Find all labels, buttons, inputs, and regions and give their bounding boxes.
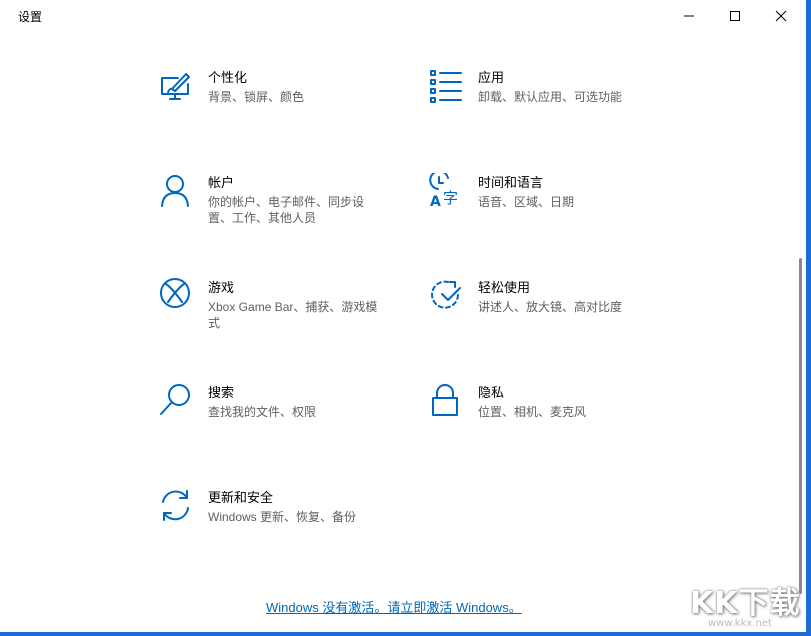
activate-windows-link[interactable]: Windows 没有激活。请立即激活 Windows。 [266, 597, 522, 616]
category-description: Xbox Game Bar、捕获、游戏模式 [208, 300, 378, 330]
category-gaming[interactable]: 游戏 Xbox Game Bar、捕获、游戏模式 [158, 278, 378, 331]
ease-of-access-icon [431, 280, 461, 309]
watermark-url: www.kkx.net [708, 618, 772, 629]
maximize-button[interactable] [712, 0, 758, 32]
settings-window: 设置 个性化 背景、锁屏、颜色 应用 卸载、默认应用、可选功能 帐户 你的帐户、… [0, 0, 806, 632]
minimize-button[interactable] [666, 0, 712, 32]
minimize-icon [684, 15, 694, 17]
close-icon [775, 10, 787, 22]
category-description: Windows 更新、恢复、备份 [208, 510, 357, 524]
category-update-security[interactable]: 更新和安全 Windows 更新、恢复、备份 [158, 488, 388, 525]
category-description: 位置、相机、麦克风 [478, 405, 587, 419]
category-name: 时间和语言 [478, 175, 544, 190]
apps-icon [430, 70, 462, 103]
category-name: 游戏 [208, 280, 235, 295]
category-ease-of-access[interactable]: 轻松使用 讲述人、放大镜、高对比度 [428, 278, 648, 315]
title-bar[interactable]: 设置 [0, 0, 806, 32]
category-apps[interactable]: 应用 卸载、默认应用、可选功能 [428, 68, 648, 105]
category-description: 你的帐户、电子邮件、同步设置、工作、其他人员 [208, 195, 365, 225]
update-icon [162, 490, 189, 521]
category-time-language[interactable]: A 字 时间和语言 语音、区域、日期 [428, 173, 648, 210]
category-name: 隐私 [478, 385, 505, 400]
maximize-icon [730, 11, 740, 21]
personalization-icon [161, 73, 190, 100]
category-description: 讲述人、放大镜、高对比度 [478, 300, 623, 314]
category-name: 更新和安全 [208, 490, 274, 505]
category-privacy[interactable]: 隐私 位置、相机、麦克风 [428, 383, 648, 420]
time-language-icon: A 字 [429, 173, 458, 209]
category-accounts[interactable]: 帐户 你的帐户、电子邮件、同步设置、工作、其他人员 [158, 173, 378, 226]
category-name: 帐户 [208, 175, 235, 190]
lock-icon [432, 384, 458, 416]
category-description: 查找我的文件、权限 [208, 405, 317, 419]
category-description: 卸载、默认应用、可选功能 [478, 90, 623, 104]
account-icon [161, 175, 189, 207]
category-description: 语音、区域、日期 [478, 195, 575, 209]
category-name: 搜索 [208, 385, 235, 400]
category-search[interactable]: 搜索 查找我的文件、权限 [158, 383, 378, 420]
category-description: 背景、锁屏、颜色 [208, 90, 305, 104]
watermark-text: KK下载 [690, 586, 801, 621]
svg-text:字: 字 [443, 189, 458, 207]
category-name: 应用 [478, 70, 505, 85]
category-name: 个性化 [208, 70, 248, 85]
search-icon [160, 384, 190, 415]
watermark-logo: KK下载 www.kkx.net [690, 578, 802, 632]
svg-text:A: A [430, 194, 441, 209]
close-button[interactable] [758, 0, 804, 32]
window-title: 设置 [18, 10, 43, 24]
category-name: 轻松使用 [478, 280, 531, 295]
scrollbar[interactable] [799, 258, 802, 594]
category-personalization[interactable]: 个性化 背景、锁屏、颜色 [158, 68, 378, 105]
xbox-icon [160, 278, 190, 308]
